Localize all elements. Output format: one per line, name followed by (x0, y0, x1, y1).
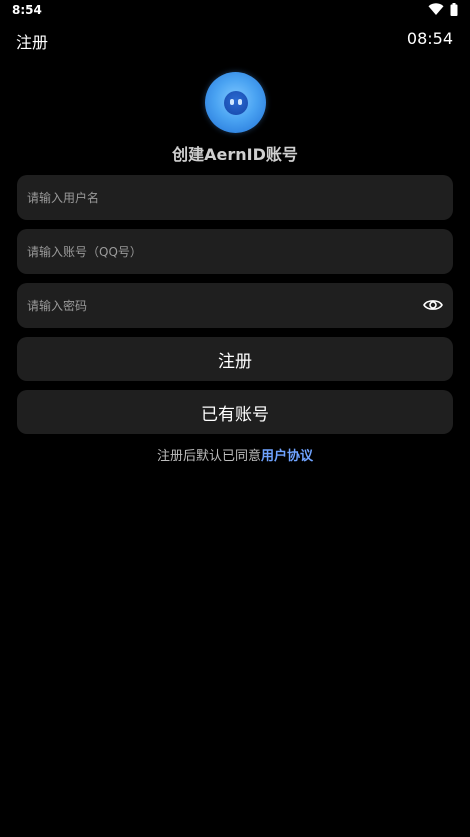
status-icons (428, 3, 458, 16)
status-time: 8:54 (12, 3, 42, 17)
page-heading: 创建AernID账号 (172, 145, 298, 164)
username-input[interactable] (27, 175, 407, 220)
eye-icon[interactable] (423, 296, 443, 314)
logo-eye-right (237, 98, 242, 105)
battery-icon (450, 3, 458, 16)
qq-account-input[interactable] (27, 229, 407, 274)
header-title: 注册 (16, 33, 49, 52)
have-account-button[interactable]: 已有账号 (17, 390, 453, 434)
register-button[interactable]: 注册 (17, 337, 453, 381)
password-field[interactable] (17, 283, 453, 328)
qq-account-field[interactable] (17, 229, 453, 274)
wifi-icon (428, 3, 444, 16)
logo-eye-left (229, 98, 234, 105)
app-header: 注册 08:54 (0, 26, 470, 54)
agreement-text: 注册后默认已同意用户协议 (0, 445, 470, 464)
status-bar: 8:54 (0, 0, 470, 22)
password-input[interactable] (27, 283, 407, 328)
header-time: 08:54 (406, 29, 453, 48)
agreement-prefix: 注册后默认已同意 (156, 449, 261, 464)
logo-face (223, 90, 248, 115)
username-field[interactable] (17, 175, 453, 220)
aern-logo-icon (205, 72, 266, 133)
user-agreement-link[interactable]: 用户协议 (261, 449, 313, 464)
